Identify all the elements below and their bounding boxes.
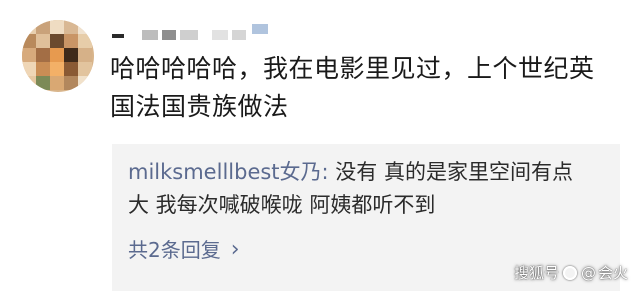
comment-text-line-2: 国法国贵族做法 xyxy=(110,92,289,121)
reply-preview: milksmelllbest女乃: 没有 真的是家里空间有点 大 我每次喊破喉咙… xyxy=(128,156,608,222)
username-redacted[interactable] xyxy=(112,24,282,44)
reply-text-part-1: 没有 真的是家里空间有点 xyxy=(335,160,573,184)
reply-author-link[interactable]: milksmelllbest女乃: xyxy=(128,160,335,184)
comment-text-line-1: 哈哈哈哈哈，我在电影里见过，上个世纪英 xyxy=(110,54,595,83)
reply-text-part-2: 大 我每次喊破喉咙 阿姨都听不到 xyxy=(128,193,436,217)
comment-item: 哈哈哈哈哈，我在电影里见过，上个世纪英 国法国贵族做法 milksmelllbe… xyxy=(0,0,640,291)
watermark-site: 搜狐号 xyxy=(513,264,559,282)
view-replies-link[interactable]: 共2条回复 › xyxy=(128,236,240,264)
watermark-name: 会火 xyxy=(597,264,628,282)
chevron-right-icon: › xyxy=(230,237,240,262)
avatar[interactable] xyxy=(22,20,94,92)
watermark-at: @ xyxy=(580,263,596,282)
sohu-logo-icon xyxy=(562,265,577,280)
watermark: 搜狐号 @ 会火 xyxy=(514,262,628,283)
reply-count-label: 共2条回复 xyxy=(128,238,221,262)
comment-text: 哈哈哈哈哈，我在电影里见过，上个世纪英 国法国贵族做法 xyxy=(110,50,615,126)
